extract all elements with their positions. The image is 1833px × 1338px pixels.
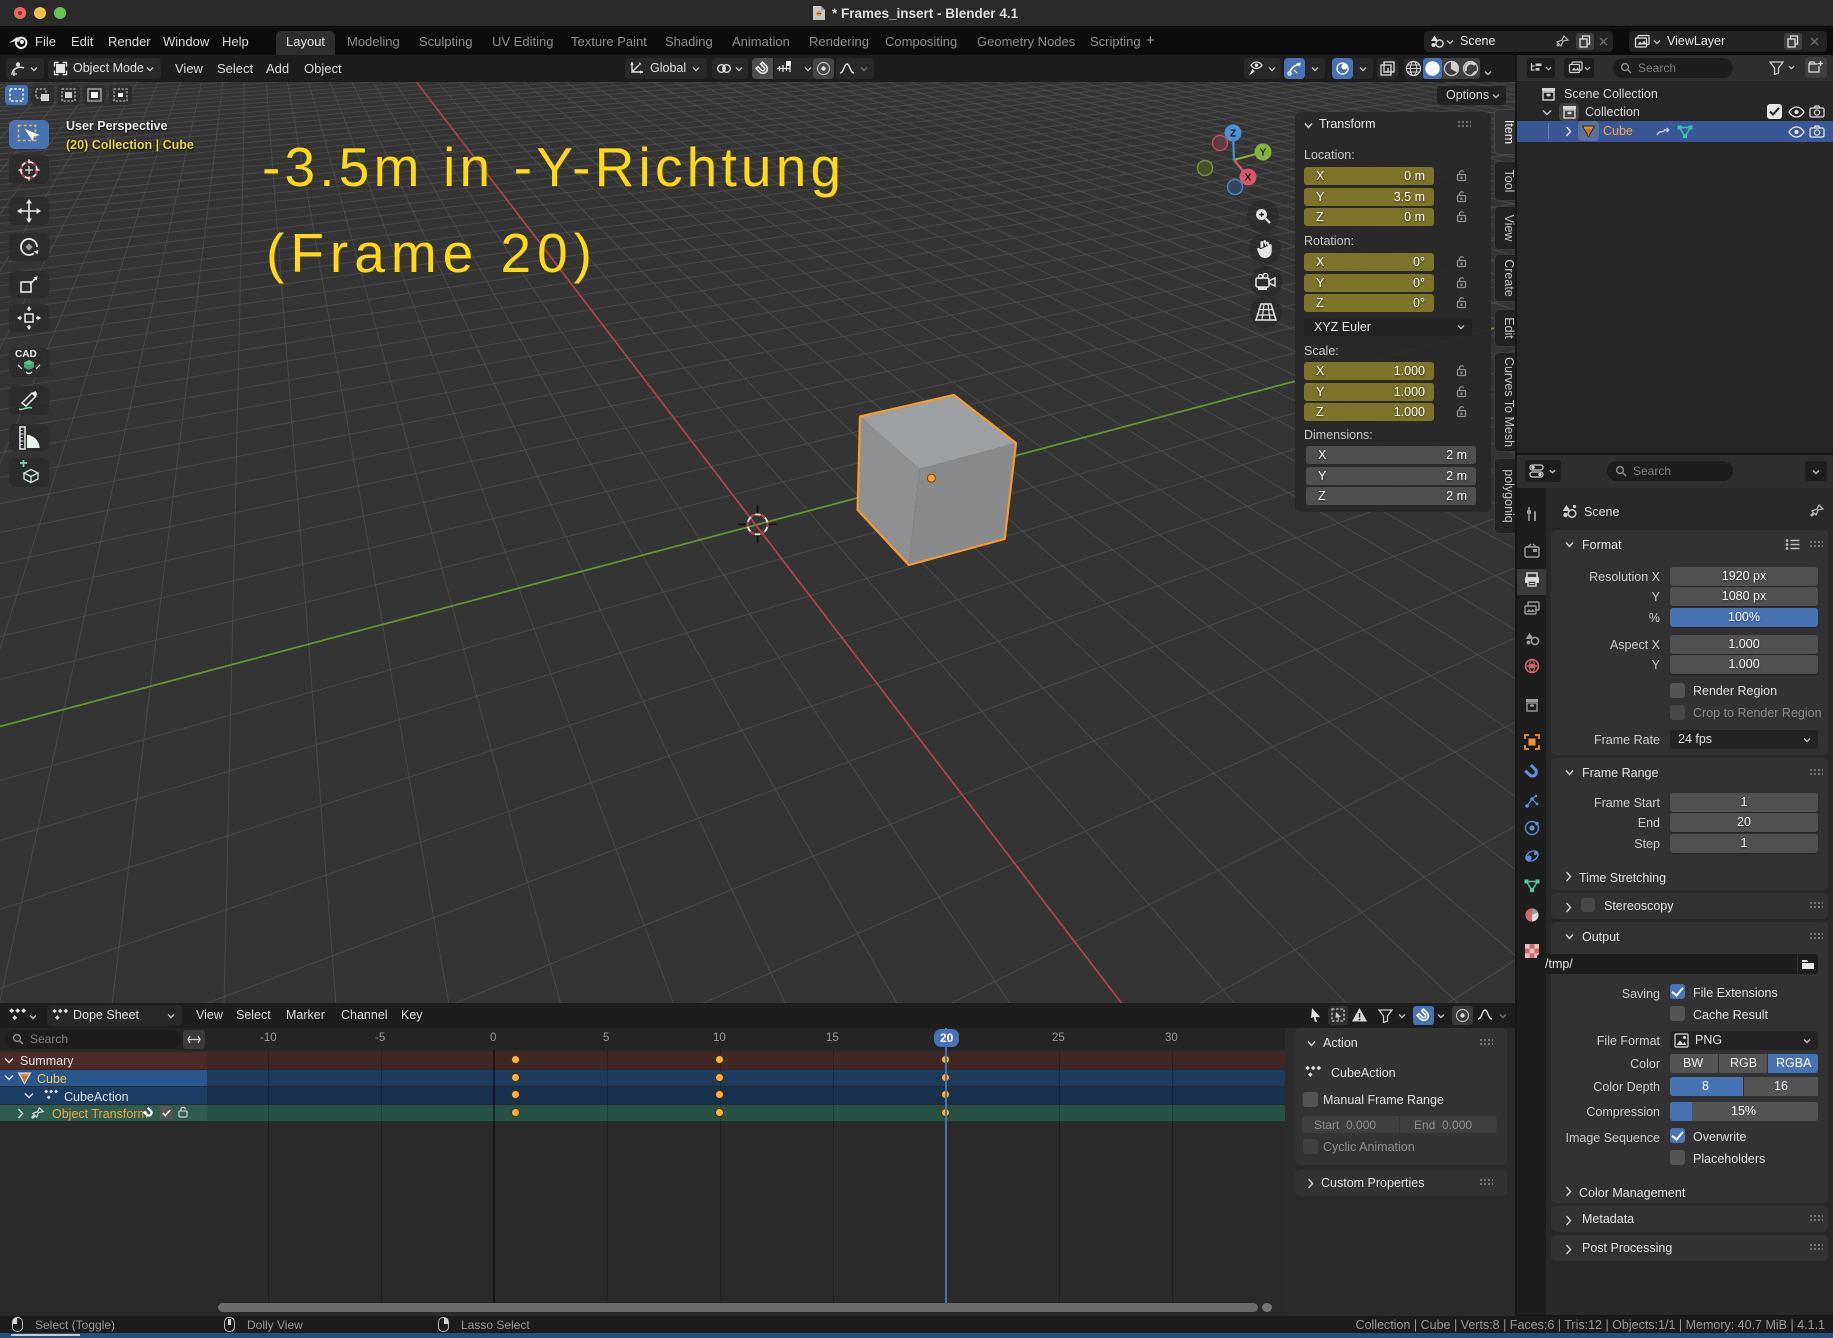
svg-text:Y: Y (1260, 148, 1267, 159)
svg-text:X: X (1245, 173, 1252, 184)
svg-text:Z: Z (1230, 129, 1236, 140)
